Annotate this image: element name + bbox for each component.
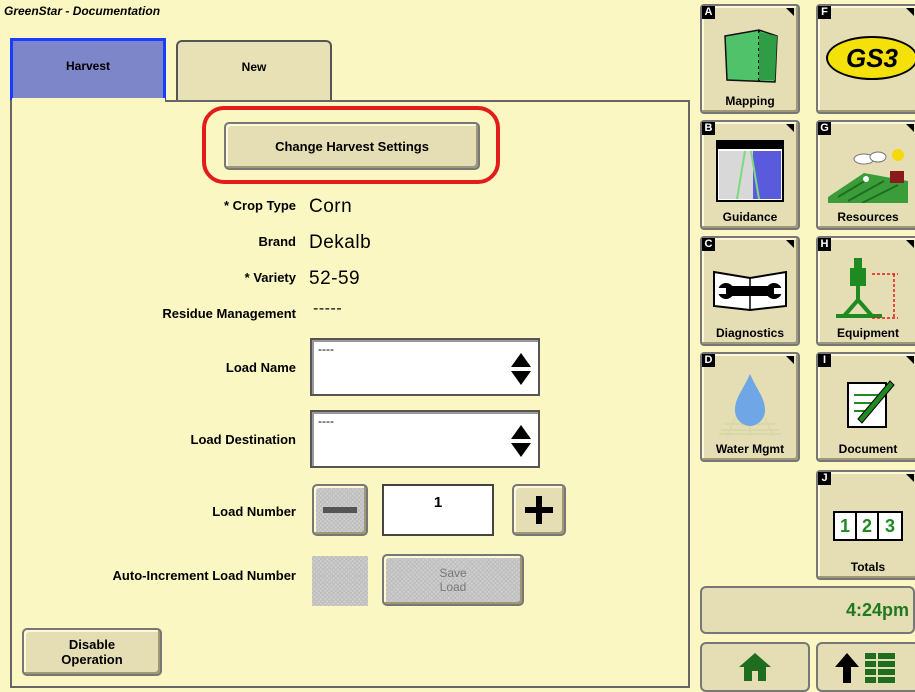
crop-type-value: Corn [309,196,353,217]
totals-digit: 2 [857,513,879,539]
menu-corner-icon [786,124,794,132]
gs3-logo: GS3 [818,30,915,86]
totals-digit: 1 [835,513,857,539]
disable-operation-label-1: Disable [68,637,116,652]
save-load-label-2: Load [439,580,467,594]
softkey-resources[interactable]: G Resources [816,120,915,230]
softkey-guidance[interactable]: B Guidance [700,120,800,230]
tab-new-label: New [241,60,267,74]
softkey-letter: F [818,6,831,19]
brand-label: Brand [258,234,296,249]
up-arrow-menu-icon [835,653,895,683]
softkey-letter: J [818,472,831,485]
red-highlight-outline [202,106,500,184]
menu-corner-icon [906,8,914,16]
softkey-mapping[interactable]: A Mapping [700,4,800,114]
load-name-value: ---- [318,342,334,356]
variety-label: * Variety [244,270,296,285]
softkey-label: Totals [850,560,886,574]
softkey-equipment[interactable]: H Equipment [816,236,915,346]
home-icon [739,653,771,681]
menu-corner-icon [906,356,914,364]
auto-increment-checkbox[interactable] [312,556,368,606]
load-number-field[interactable]: 1 [382,484,494,536]
auto-increment-label: Auto-Increment Load Number [112,568,296,583]
crop-type-label: * Crop Type [224,198,296,213]
tab-new[interactable]: New [176,40,332,106]
softkey-letter: I [818,354,831,367]
softkey-water-mgmt[interactable]: D Water Mgmt [700,352,800,462]
up-down-arrows-icon[interactable] [510,352,532,386]
softkey-letter: G [818,122,831,135]
plus-icon [525,496,553,524]
load-name-label: Load Name [225,360,296,375]
softkey-label: Resources [837,210,899,224]
tab-harvest-label: Harvest [65,59,111,73]
softkey-letter: A [702,6,715,19]
up-down-arrows-icon[interactable] [510,424,532,458]
save-load-label-1: Save [439,566,467,580]
residue-management-value: ----- [313,300,343,317]
window-title: GreenStar - Documentation [4,4,161,18]
load-destination-label: Load Destination [190,432,296,447]
menu-corner-icon [906,474,914,482]
softkey-diagnostics[interactable]: C Diagnostics [700,236,800,346]
softkey-label: Diagnostics [715,326,784,340]
disable-operation-label-2: Operation [61,652,123,667]
softkey-label: Water Mgmt [715,442,785,456]
softkey-totals[interactable]: J 1 2 3 Totals [816,470,915,580]
totals-digit: 3 [879,513,901,539]
guidance-icon [702,136,798,206]
gs3-logo-text: GS3 [826,36,915,80]
save-load-button[interactable]: Save Load [382,554,524,606]
water-drop-icon [702,368,798,438]
disable-operation-button[interactable]: Disable Operation [22,628,162,676]
load-destination-dropdown[interactable]: ---- [310,410,540,468]
decrement-button[interactable] [312,484,368,536]
softkey-letter: C [702,238,715,251]
softkey-label: Document [838,442,898,456]
softkey-gs3[interactable]: F GS3 [816,4,915,114]
wrench-book-icon [702,252,798,322]
menu-corner-icon [906,240,914,248]
totals-icon: 1 2 3 [818,506,915,546]
menu-corner-icon [786,8,794,16]
load-number-label: Load Number [212,504,296,519]
home-button[interactable] [700,642,810,692]
increment-button[interactable] [512,484,566,536]
resources-icon [818,136,915,206]
residue-management-label: Residue Management [162,306,296,321]
clock-display: 4:24pm [700,586,915,634]
softkey-label: Equipment [837,326,899,340]
softkey-label: Mapping [725,94,775,108]
equipment-icon [818,252,915,322]
panel-tab-join [12,98,165,104]
document-icon [818,368,915,438]
menu-corner-icon [786,240,794,248]
softkey-letter: D [702,354,715,367]
menu-corner-icon [786,356,794,364]
minus-icon [323,507,357,513]
load-name-dropdown[interactable]: ---- [310,338,540,396]
load-destination-value: ---- [318,414,334,428]
menu-corner-icon [906,124,914,132]
brand-value: Dekalb [309,232,372,253]
tab-harvest[interactable]: Harvest [10,38,166,106]
softkey-letter: B [702,122,715,135]
softkey-label: Guidance [722,210,778,224]
menu-up-button[interactable] [816,642,915,692]
variety-value: 52-59 [309,268,361,289]
softkey-letter: H [818,238,831,251]
softkey-document[interactable]: I Document [816,352,915,462]
field-map-icon [702,20,798,90]
